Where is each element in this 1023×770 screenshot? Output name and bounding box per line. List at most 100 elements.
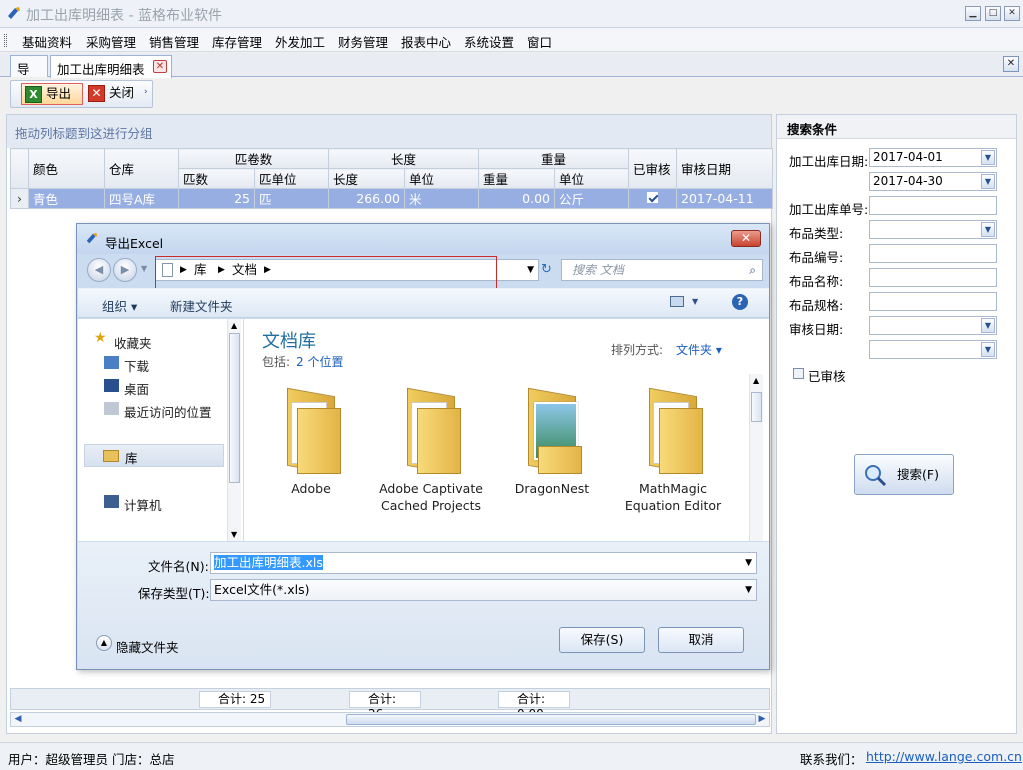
history-dropdown-icon[interactable]: ▼ (141, 264, 147, 273)
cell-length[interactable]: 266.00 (328, 188, 405, 209)
scroll-thumb[interactable] (346, 714, 756, 725)
address-dropdown-icon[interactable]: ▼ (527, 260, 534, 280)
table-row[interactable]: › 青色 四号A库 25 匹 266.00 米 0.00 公斤 2017-04-… (10, 188, 773, 209)
folder-item[interactable]: MathMagic Equation Editor (618, 384, 728, 514)
filetype-dropdown-icon[interactable]: ▼ (745, 580, 752, 600)
tab-processing-outbound-detail[interactable]: 加工出库明细表 ✕ (50, 55, 172, 78)
menu-sales[interactable]: 销售管理 (149, 32, 199, 51)
tab-navigation[interactable]: 导航 (10, 55, 48, 96)
export-button[interactable]: X 导出 (21, 83, 83, 105)
hide-folders-icon[interactable]: ▲ (96, 635, 112, 651)
chevron-down-icon[interactable]: ▼ (981, 150, 995, 165)
col-header-warehouse[interactable]: 仓库 (104, 148, 179, 189)
menu-purchase[interactable]: 采购管理 (86, 32, 136, 51)
organize-menu[interactable]: 组织 ▾ (102, 296, 137, 315)
col-header-weight-group[interactable]: 重量 (478, 148, 629, 169)
col-header-length-unit[interactable]: 单位 (404, 168, 479, 189)
cell-color[interactable]: 青色 (28, 188, 105, 209)
cell-warehouse[interactable]: 四号A库 (104, 188, 179, 209)
dialog-close-button[interactable]: ✕ (731, 230, 761, 247)
menu-outsourcing[interactable]: 外发加工 (275, 32, 325, 51)
audited-checkbox[interactable] (793, 368, 804, 379)
menu-settings[interactable]: 系统设置 (464, 32, 514, 51)
cloth-name-input[interactable] (869, 268, 997, 287)
col-header-length-group[interactable]: 长度 (328, 148, 479, 169)
cell-roll-count[interactable]: 25 (178, 188, 255, 209)
filename-input[interactable]: 加工出库明细表.xls ▼ (210, 552, 757, 574)
cloth-spec-input[interactable] (869, 292, 997, 311)
tab-close-icon[interactable]: ✕ (153, 60, 167, 73)
file-scroll-thumb[interactable] (751, 392, 762, 422)
nav-scrollbar[interactable]: ▲ ▼ (227, 319, 241, 541)
cloth-type-select[interactable]: ▼ (869, 220, 997, 239)
chevron-down-icon[interactable]: ▼ (981, 222, 995, 237)
nav-desktop[interactable]: 桌面 (104, 379, 149, 398)
col-header-audited[interactable]: 已审核 (628, 148, 677, 189)
cell-roll-unit[interactable]: 匹 (254, 188, 329, 209)
cell-audited[interactable] (628, 188, 677, 209)
back-icon[interactable]: ◀ (87, 258, 111, 282)
search-button[interactable]: 搜索(F) (854, 454, 954, 495)
cell-audit-date[interactable]: 2017-04-11 (676, 188, 773, 209)
cell-weight[interactable]: 0.00 (478, 188, 555, 209)
group-by-area[interactable]: 拖动列标题到这进行分组 (7, 115, 771, 148)
includes-locations-link[interactable]: 2 个位置 (296, 353, 343, 370)
col-header-rolls[interactable]: 匹卷数 (178, 148, 329, 169)
folder-item[interactable]: DragonNest (497, 384, 607, 497)
nav-downloads[interactable]: 下载 (104, 356, 149, 375)
col-header-roll-unit[interactable]: 匹单位 (254, 168, 329, 189)
col-header-weight[interactable]: 重量 (478, 168, 555, 189)
search-icon[interactable]: ⌕ (749, 260, 756, 280)
menu-window[interactable]: 窗口 (527, 32, 552, 51)
col-header-audit-date[interactable]: 审核日期 (676, 148, 773, 189)
cell-weight-unit[interactable]: 公斤 (554, 188, 629, 209)
col-header-weight-unit[interactable]: 单位 (554, 168, 629, 189)
audit-date-from[interactable]: ▼ (869, 316, 997, 335)
close-button[interactable]: ✕ 关闭 (85, 83, 143, 105)
date-from-field[interactable]: 2017-04-01 ▼ (869, 148, 997, 167)
minimize-button[interactable]: ▁ (965, 6, 981, 21)
maximize-button[interactable]: □ (985, 6, 1001, 21)
menu-inventory[interactable]: 库存管理 (212, 32, 262, 51)
search-documents-input[interactable]: 搜索 文档 ⌕ (561, 259, 763, 281)
toolbar-overflow-icon[interactable]: › (144, 87, 148, 97)
horizontal-scrollbar[interactable]: ◀ ▶ (10, 712, 770, 727)
date-to-field[interactable]: 2017-04-30 ▼ (869, 172, 997, 191)
cloth-code-input[interactable] (869, 244, 997, 263)
menu-basic-data[interactable]: 基础资料 (22, 32, 72, 51)
cell-length-unit[interactable]: 米 (404, 188, 479, 209)
filename-dropdown-icon[interactable]: ▼ (745, 553, 752, 573)
new-folder-button[interactable]: 新建文件夹 (170, 296, 233, 315)
sort-dropdown[interactable]: 文件夹 ▾ (676, 341, 722, 358)
scroll-right-icon[interactable]: ▶ (755, 713, 769, 726)
scroll-up-icon[interactable]: ▲ (753, 376, 759, 385)
forward-icon[interactable]: ▶ (113, 258, 137, 282)
close-all-tabs-icon[interactable]: ✕ (1003, 56, 1019, 72)
menu-finance[interactable]: 财务管理 (338, 32, 388, 51)
close-window-button[interactable]: ✕ (1004, 6, 1020, 21)
col-header-length[interactable]: 长度 (328, 168, 405, 189)
help-icon[interactable]: ? (732, 294, 748, 310)
nav-computer[interactable]: 计算机 (104, 495, 162, 514)
nav-scroll-thumb[interactable] (229, 333, 240, 483)
nav-library[interactable]: 库 (84, 444, 224, 467)
audit-date-to[interactable]: ▼ (869, 340, 997, 359)
filetype-select[interactable]: Excel文件(*.xls) ▼ (210, 579, 757, 601)
folder-item[interactable]: Adobe Captivate Cached Projects (376, 384, 486, 514)
nav-favorites[interactable]: ★ 收藏夹 (94, 330, 152, 352)
refresh-icon[interactable]: ↻ (541, 262, 552, 277)
file-view-scrollbar[interactable]: ▲ (749, 374, 763, 541)
audited-checkbox[interactable] (647, 192, 658, 203)
nav-recent[interactable]: 最近访问的位置 (104, 402, 212, 421)
folder-item[interactable]: Adobe (256, 384, 366, 497)
col-header-color[interactable]: 颜色 (28, 148, 105, 189)
hide-folders-button[interactable]: 隐藏文件夹 (116, 637, 179, 656)
col-header-roll-count[interactable]: 匹数 (178, 168, 255, 189)
order-no-input[interactable] (869, 196, 997, 215)
menu-reports[interactable]: 报表中心 (401, 32, 451, 51)
view-options-icon[interactable] (670, 296, 684, 307)
contact-link[interactable]: http://www.lange.com.cn (866, 749, 1022, 764)
chevron-down-icon[interactable]: ▼ (981, 342, 995, 357)
view-dropdown-icon[interactable]: ▼ (692, 297, 698, 306)
scroll-left-icon[interactable]: ◀ (11, 713, 25, 726)
